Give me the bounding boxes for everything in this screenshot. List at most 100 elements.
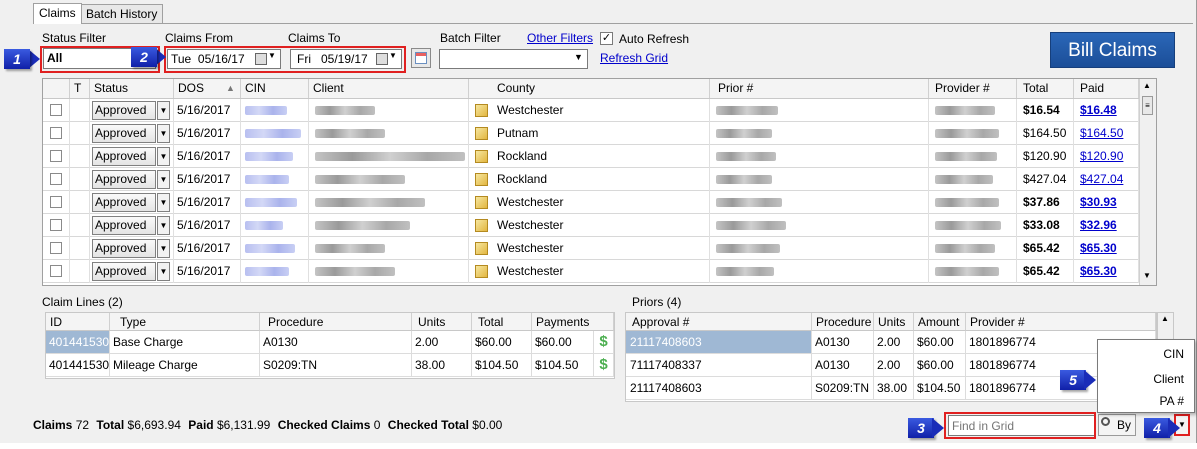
pr-approval-cell[interactable]: 71117408337 xyxy=(626,354,812,377)
paid-link[interactable]: $164.50 xyxy=(1080,126,1123,140)
grid-header: T Status DOS ▲ CIN Client County Prior # … xyxy=(43,79,1156,99)
pr-approval-cell[interactable]: 21117408603 xyxy=(626,331,812,354)
refresh-grid-link[interactable]: Refresh Grid xyxy=(600,51,668,65)
arrow-icon xyxy=(1168,418,1180,438)
cl-header-id[interactable]: ID xyxy=(46,313,110,331)
auto-refresh-checkbox[interactable]: ✓ xyxy=(600,32,613,45)
table-row[interactable]: Approved ▼ 5/16/2017 Rockland $427.04 $427.04 xyxy=(43,168,1156,191)
tab-claims[interactable]: Claims xyxy=(33,3,82,24)
cl-header-procedure[interactable]: Procedure xyxy=(260,313,412,331)
status-select[interactable]: Approved xyxy=(92,239,156,258)
note-icon[interactable] xyxy=(475,127,488,140)
row-checkbox[interactable] xyxy=(50,173,62,185)
dollar-icon[interactable]: $ xyxy=(594,331,614,354)
grid-scrollbar[interactable]: ▲ ≡ ▼ xyxy=(1139,79,1156,285)
note-icon[interactable] xyxy=(475,219,488,232)
chevron-down-icon[interactable]: ▼ xyxy=(157,147,170,166)
status-select[interactable]: Approved xyxy=(92,193,156,212)
dollar-icon[interactable]: $ xyxy=(594,354,614,377)
pr-header-procedure[interactable]: Procedure xyxy=(812,313,874,331)
header-status[interactable]: Status xyxy=(90,79,174,98)
note-icon[interactable] xyxy=(475,196,488,209)
status-select[interactable]: Approved xyxy=(92,101,156,120)
status-select[interactable]: Approved xyxy=(92,262,156,281)
menu-item-pa[interactable]: PA # xyxy=(1160,394,1184,408)
provider-cell xyxy=(929,260,1017,283)
row-checkbox[interactable] xyxy=(50,127,62,139)
claim-lines-title: Claim Lines (2) xyxy=(42,295,123,309)
status-select[interactable]: Approved xyxy=(92,216,156,235)
header-county[interactable]: County xyxy=(469,79,710,98)
cl-id-cell[interactable]: 401441530 xyxy=(46,331,110,354)
table-row[interactable]: Approved ▼ 5/16/2017 Westchester $37.86 $30.9… xyxy=(43,191,1156,214)
cl-header-units[interactable]: Units xyxy=(412,313,472,331)
note-icon[interactable] xyxy=(475,150,488,163)
table-row[interactable]: Approved ▼ 5/16/2017 Westchester $65.42 $65.3… xyxy=(43,237,1156,260)
row-checkbox[interactable] xyxy=(50,150,62,162)
cl-header-type[interactable]: Type xyxy=(110,313,260,331)
header-client[interactable]: Client xyxy=(309,79,469,98)
paid-link[interactable]: $16.48 xyxy=(1080,103,1117,117)
menu-item-cin[interactable]: CIN xyxy=(1163,347,1184,361)
table-row[interactable]: Approved ▼ 5/16/2017 Putnam $164.50 $164.50 xyxy=(43,122,1156,145)
note-icon[interactable] xyxy=(475,104,488,117)
cl-header-payments[interactable]: Payments xyxy=(532,313,614,331)
row-checkbox[interactable] xyxy=(50,265,62,277)
chevron-down-icon[interactable]: ▼ xyxy=(157,193,170,212)
header-provider[interactable]: Provider # xyxy=(929,79,1017,98)
chevron-down-icon[interactable]: ▼ xyxy=(157,124,170,143)
cl-header-total[interactable]: Total xyxy=(472,313,532,331)
pr-header-provider[interactable]: Provider # xyxy=(966,313,1156,331)
header-dos[interactable]: DOS ▲ xyxy=(174,79,241,98)
scroll-up-icon[interactable]: ▲ xyxy=(1143,81,1151,90)
paid-link[interactable]: $30.93 xyxy=(1080,195,1117,209)
cl-id-cell[interactable]: 401441530 xyxy=(46,354,110,377)
batch-filter-select[interactable]: ▼ xyxy=(439,49,588,69)
chevron-down-icon[interactable]: ▼ xyxy=(157,101,170,120)
paid-link[interactable]: $120.90 xyxy=(1080,149,1123,163)
scroll-down-icon[interactable]: ▼ xyxy=(1143,271,1151,280)
chevron-down-icon[interactable]: ▼ xyxy=(157,239,170,258)
menu-item-client[interactable]: Client xyxy=(1153,372,1184,386)
note-icon[interactable] xyxy=(475,173,488,186)
tab-batch-history[interactable]: Batch History xyxy=(80,4,164,23)
header-prior[interactable]: Prior # xyxy=(710,79,929,98)
status-select[interactable]: Approved xyxy=(92,170,156,189)
row-checkbox[interactable] xyxy=(50,219,62,231)
chevron-down-icon[interactable]: ▼ xyxy=(157,216,170,235)
status-select[interactable]: Approved xyxy=(92,124,156,143)
chevron-down-icon[interactable]: ▼ xyxy=(574,52,583,62)
paid-link[interactable]: $65.30 xyxy=(1080,264,1117,278)
header-t[interactable]: T xyxy=(70,79,90,98)
scroll-thumb[interactable]: ≡ xyxy=(1142,96,1153,115)
note-icon[interactable] xyxy=(475,265,488,278)
row-select-cell xyxy=(43,99,70,122)
table-row[interactable]: Approved ▼ 5/16/2017 Westchester $16.54 $16.4… xyxy=(43,99,1156,122)
header-paid[interactable]: Paid xyxy=(1074,79,1139,98)
chevron-down-icon[interactable]: ▼ xyxy=(157,262,170,281)
header-cin[interactable]: CIN xyxy=(241,79,309,98)
table-row[interactable]: Approved ▼ 5/16/2017 Westchester $65.42 $65.3… xyxy=(43,260,1156,283)
other-filters-link[interactable]: Other Filters xyxy=(527,31,593,45)
pr-header-units[interactable]: Units xyxy=(874,313,914,331)
header-total[interactable]: Total xyxy=(1017,79,1074,98)
paid-link[interactable]: $65.30 xyxy=(1080,241,1117,255)
status-cell: Approved ▼ xyxy=(90,237,174,260)
row-checkbox[interactable] xyxy=(50,196,62,208)
paid-link[interactable]: $427.04 xyxy=(1080,172,1123,186)
status-select[interactable]: Approved xyxy=(92,147,156,166)
row-checkbox[interactable] xyxy=(50,242,62,254)
bill-claims-button[interactable]: Bill Claims xyxy=(1050,32,1175,68)
scroll-up-icon[interactable]: ▲ xyxy=(1161,314,1169,323)
pr-header-approval[interactable]: Approval # xyxy=(626,313,812,331)
pr-approval-cell[interactable]: 21117408603 xyxy=(626,377,812,400)
row-checkbox[interactable] xyxy=(50,104,62,116)
pr-header-amount[interactable]: Amount xyxy=(914,313,966,331)
note-icon[interactable] xyxy=(475,242,488,255)
chevron-down-icon[interactable]: ▼ xyxy=(157,170,170,189)
find-by-button[interactable]: By xyxy=(1098,414,1136,436)
table-row[interactable]: Approved ▼ 5/16/2017 Westchester $33.08 $32.9… xyxy=(43,214,1156,237)
paid-link[interactable]: $32.96 xyxy=(1080,218,1117,232)
calendar-grid-button[interactable] xyxy=(411,48,431,68)
table-row[interactable]: Approved ▼ 5/16/2017 Rockland $120.90 $120.90 xyxy=(43,145,1156,168)
